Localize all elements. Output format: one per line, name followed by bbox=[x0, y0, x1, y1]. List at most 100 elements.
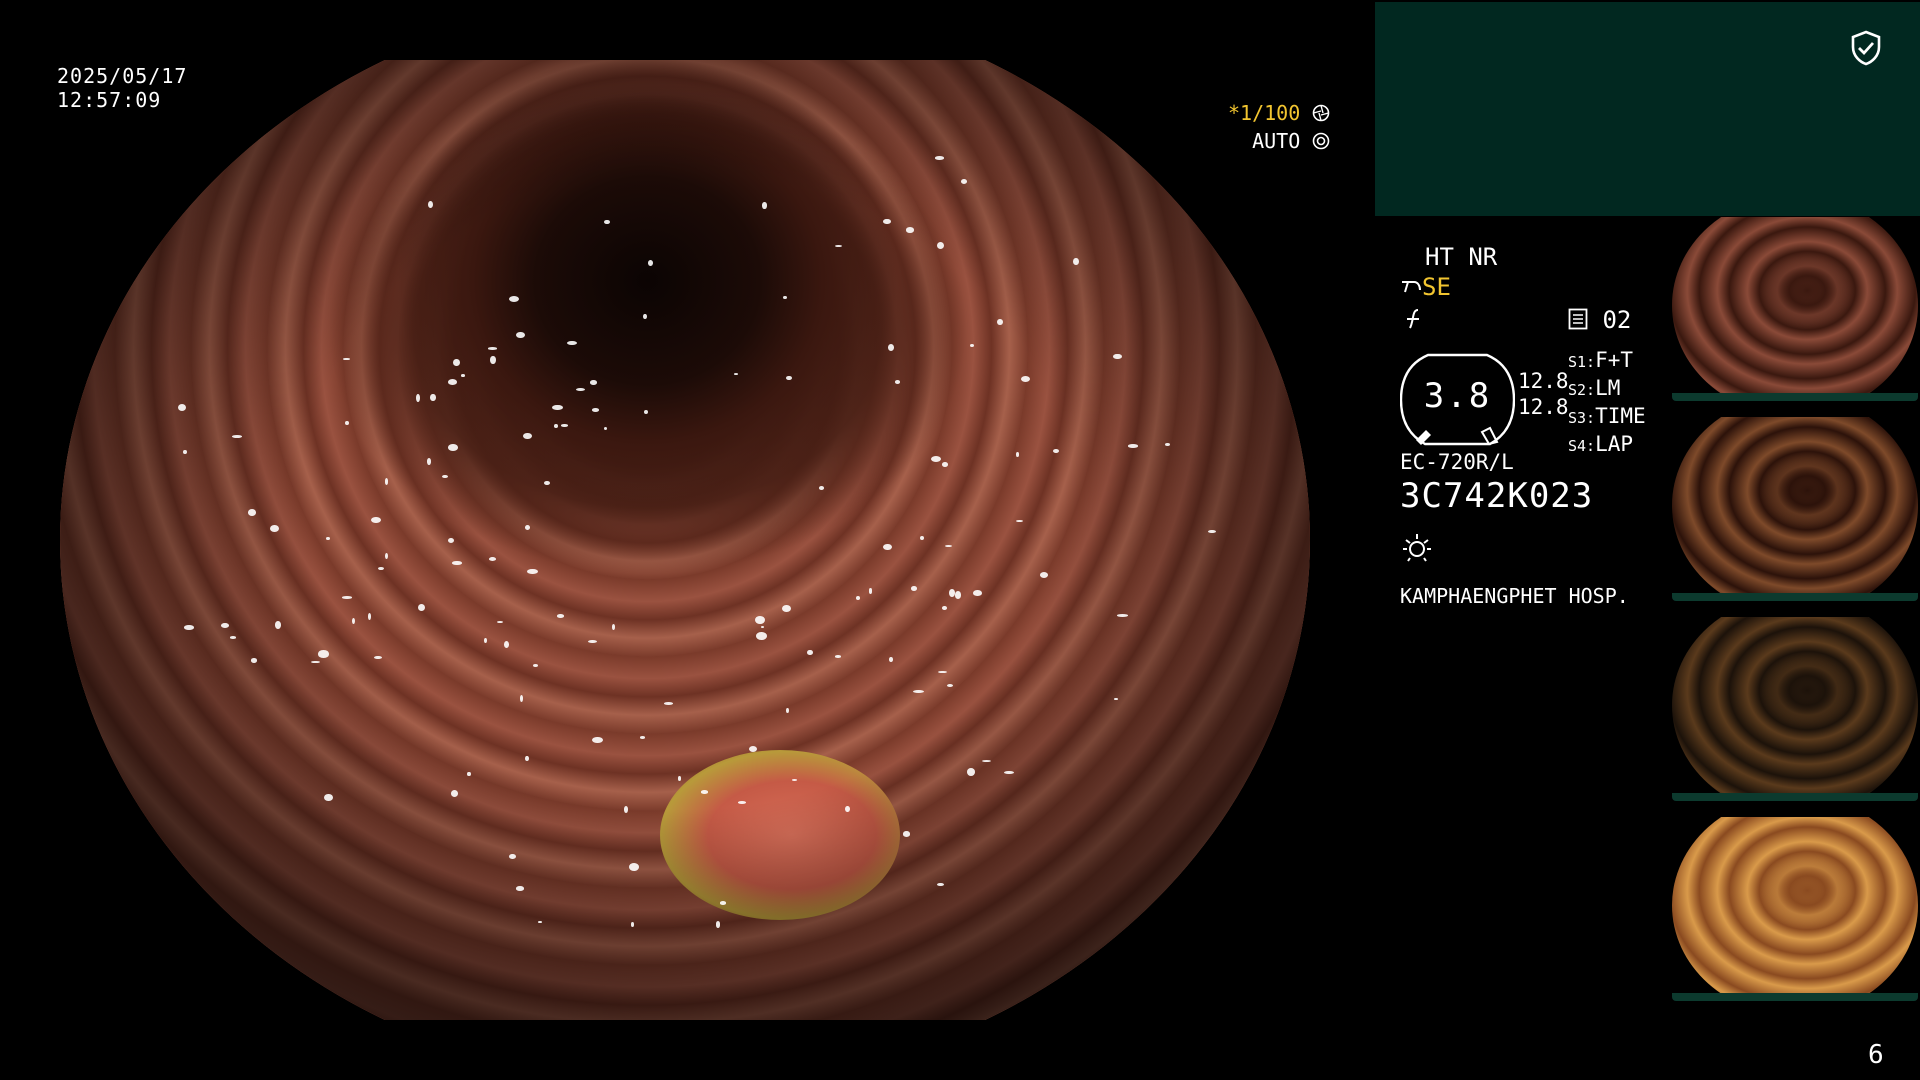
specular-highlight bbox=[515, 886, 524, 891]
specular-highlight bbox=[818, 485, 825, 490]
shutter-speed: *1/100 bbox=[1228, 101, 1301, 125]
specular-highlight bbox=[719, 901, 727, 905]
specular-highlight bbox=[275, 621, 281, 630]
specular-highlight bbox=[183, 625, 194, 630]
specular-highlight bbox=[948, 588, 955, 597]
specular-highlight bbox=[1127, 444, 1139, 448]
ht-nr-label: HT NR bbox=[1425, 243, 1498, 271]
specular-highlight bbox=[489, 556, 496, 561]
specular-highlight bbox=[807, 649, 813, 655]
specular-highlight bbox=[428, 200, 433, 208]
specular-highlight bbox=[490, 356, 496, 364]
specular-highlight bbox=[781, 604, 791, 613]
switch-key: S3: bbox=[1568, 409, 1596, 427]
specular-highlight bbox=[834, 654, 842, 658]
switch-value: F+T bbox=[1595, 348, 1634, 372]
specular-highlight bbox=[496, 620, 504, 623]
thumbnail[interactable] bbox=[1672, 617, 1918, 801]
page-number: 6 bbox=[1868, 1040, 1884, 1070]
specular-highlight bbox=[902, 831, 911, 837]
specular-highlight bbox=[317, 650, 329, 658]
specular-highlight bbox=[981, 759, 992, 762]
thumbnail[interactable] bbox=[1672, 417, 1918, 601]
specular-highlight bbox=[786, 375, 793, 381]
memory-icon bbox=[1568, 308, 1588, 330]
specular-highlight bbox=[920, 535, 925, 540]
specular-highlight bbox=[604, 219, 610, 224]
specular-highlight bbox=[588, 640, 597, 644]
specular-highlight bbox=[1052, 448, 1059, 453]
specular-highlight bbox=[628, 863, 639, 872]
specular-highlight bbox=[624, 806, 629, 813]
date-text: 2025/05/17 bbox=[57, 64, 188, 88]
switch-key: S4: bbox=[1568, 437, 1596, 455]
specular-highlight bbox=[1020, 375, 1031, 382]
specular-highlight bbox=[561, 424, 568, 427]
aperture-icon bbox=[1312, 104, 1330, 122]
zoom-gauge: 3.8 bbox=[1399, 352, 1516, 447]
specular-highlight bbox=[942, 606, 947, 610]
specular-highlight bbox=[782, 295, 787, 300]
exposure-readout: *1/100 AUTO bbox=[1228, 99, 1330, 155]
specular-highlight bbox=[648, 260, 654, 266]
specular-highlight bbox=[467, 771, 471, 777]
memory-label: 02 bbox=[1602, 306, 1632, 334]
specular-highlight bbox=[733, 372, 739, 375]
thumbnail[interactable] bbox=[1672, 817, 1918, 1001]
level-value-1: 12.8 bbox=[1518, 369, 1569, 393]
specular-highlight bbox=[643, 314, 647, 320]
switch-value: LAP bbox=[1595, 432, 1634, 456]
enhance-icon bbox=[1402, 281, 1421, 293]
specular-highlight bbox=[856, 595, 861, 600]
exposure-mode: AUTO bbox=[1252, 129, 1301, 153]
specular-highlight bbox=[487, 347, 498, 350]
thumbnail-image bbox=[1672, 617, 1918, 801]
scope-switch-item: S2:LM bbox=[1568, 375, 1646, 403]
switch-value: LM bbox=[1595, 376, 1621, 400]
specular-highlight bbox=[452, 560, 462, 565]
specular-highlight bbox=[341, 596, 352, 599]
specular-highlight bbox=[591, 408, 599, 412]
specular-highlight bbox=[912, 689, 924, 693]
specular-highlight bbox=[576, 387, 585, 391]
specular-highlight bbox=[247, 509, 256, 516]
scope-switch-item: S1:F+T bbox=[1568, 347, 1646, 375]
specular-highlight bbox=[430, 393, 436, 401]
specular-highlight bbox=[639, 735, 646, 739]
specular-highlight bbox=[370, 516, 382, 523]
shield-check-icon bbox=[1851, 30, 1881, 66]
thumbnail-caption-bar bbox=[1672, 393, 1918, 401]
se-label: SE bbox=[1422, 273, 1451, 301]
specular-highlight bbox=[643, 410, 648, 415]
thumbnail-caption-bar bbox=[1672, 993, 1918, 1001]
thumbnail-image bbox=[1672, 817, 1918, 1001]
specular-highlight bbox=[1072, 257, 1079, 266]
switch-value: TIME bbox=[1595, 404, 1646, 428]
specular-highlight bbox=[554, 423, 558, 428]
level-values: 12.8 12.8 bbox=[1518, 368, 1569, 420]
specular-highlight bbox=[737, 801, 746, 804]
light-icon bbox=[1403, 534, 1431, 562]
specular-highlight bbox=[1015, 452, 1019, 457]
specular-highlight bbox=[762, 202, 767, 209]
specular-highlight bbox=[447, 537, 455, 543]
iris-icon bbox=[1312, 132, 1330, 150]
switch-key: S1: bbox=[1568, 353, 1596, 371]
specular-highlight bbox=[448, 444, 458, 451]
endoscope-vignette bbox=[60, 60, 1310, 1020]
thumbnail-caption-bar bbox=[1672, 793, 1918, 801]
specular-highlight bbox=[592, 737, 603, 744]
structure-icon bbox=[1407, 309, 1419, 329]
specular-highlight bbox=[523, 432, 532, 440]
specular-highlight bbox=[450, 789, 459, 797]
specular-highlight bbox=[895, 380, 900, 384]
specular-highlight bbox=[416, 393, 421, 402]
specular-highlight bbox=[221, 622, 229, 628]
level-value-2: 12.8 bbox=[1518, 395, 1569, 419]
specular-highlight bbox=[229, 636, 237, 639]
switch-key: S2: bbox=[1568, 381, 1596, 399]
preview-panel bbox=[1375, 2, 1920, 216]
specular-highlight bbox=[532, 664, 538, 667]
thumbnail[interactable] bbox=[1672, 217, 1918, 401]
thumbnail-image bbox=[1672, 417, 1918, 601]
